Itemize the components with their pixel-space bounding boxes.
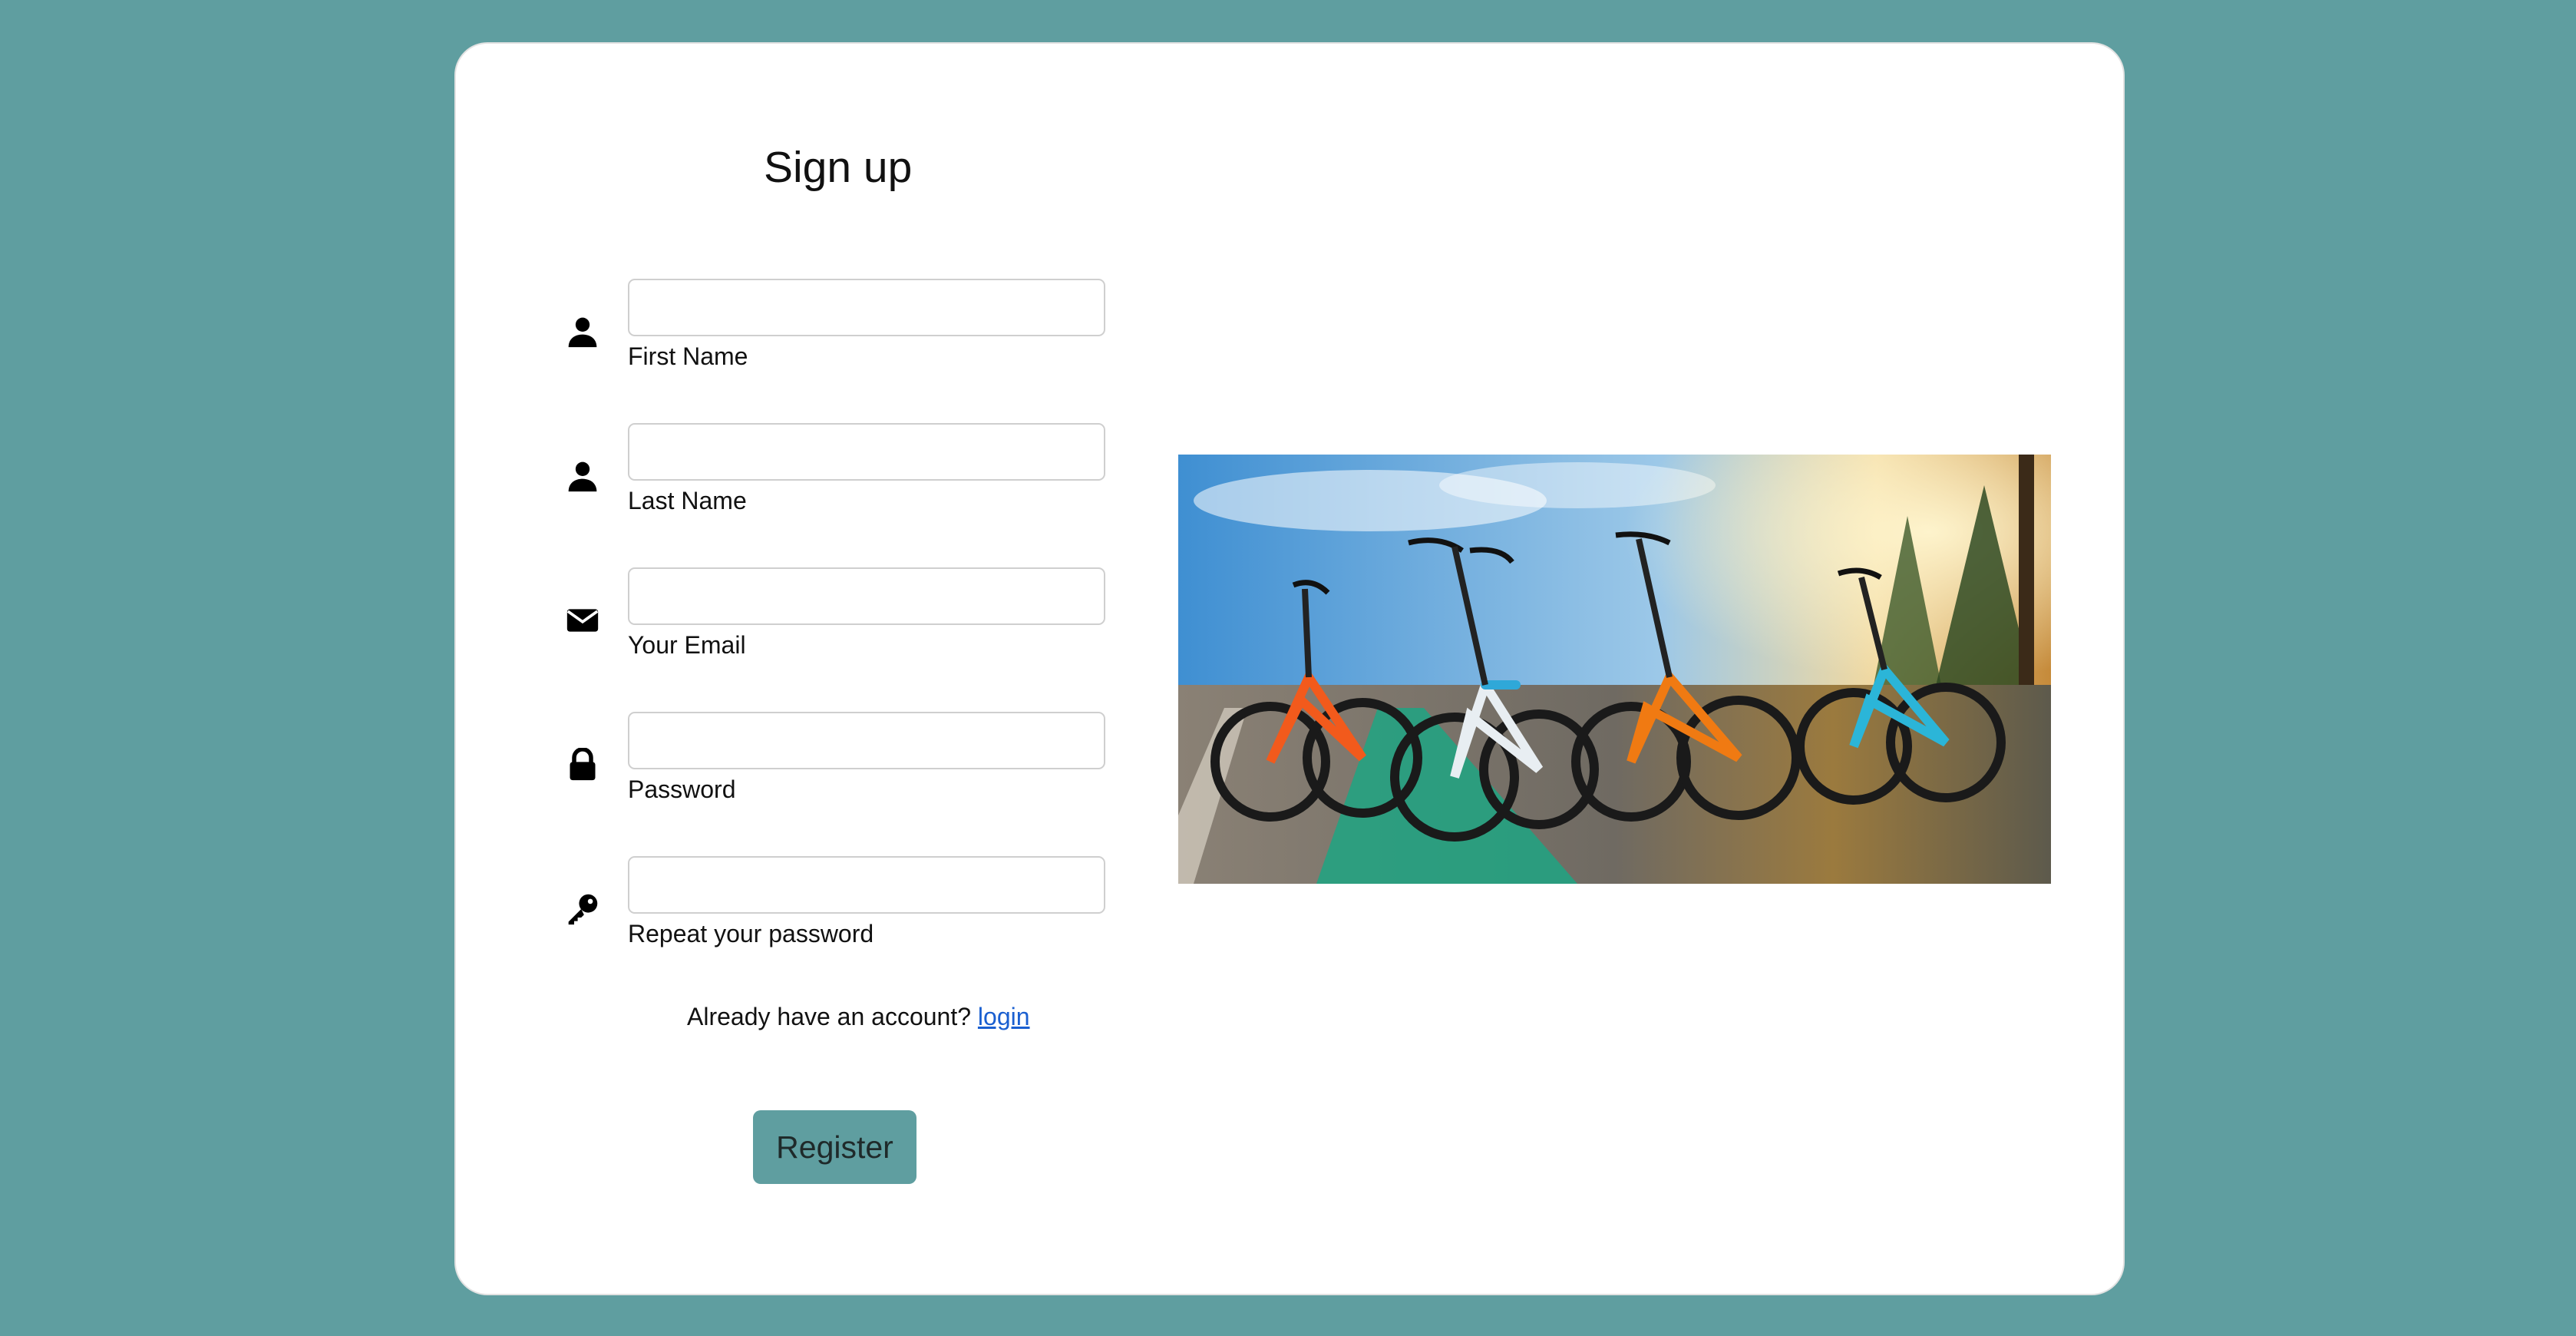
last-name-label: Last Name xyxy=(628,487,747,514)
envelope-icon xyxy=(566,604,599,637)
email-label: Your Email xyxy=(628,631,746,659)
last-name-input[interactable] xyxy=(628,423,1105,481)
login-link[interactable]: login xyxy=(978,1003,1030,1030)
repeat-password-input[interactable] xyxy=(628,856,1105,914)
lock-icon xyxy=(566,748,599,782)
bicycles-image xyxy=(1178,455,2051,884)
repeat-password-label: Repeat your password xyxy=(628,920,874,947)
password-input[interactable] xyxy=(628,712,1105,769)
first-name-label: First Name xyxy=(628,342,748,370)
page-background: Sign up First Name Last Name Your Email … xyxy=(0,0,2576,1336)
key-icon xyxy=(566,892,599,926)
password-label: Password xyxy=(628,775,736,803)
user-icon xyxy=(566,459,599,493)
user-icon xyxy=(566,315,599,349)
page-title: Sign up xyxy=(764,143,913,192)
login-prompt-text: Already have an account? xyxy=(687,1003,978,1030)
first-name-input[interactable] xyxy=(628,279,1105,336)
email-input[interactable] xyxy=(628,567,1105,625)
register-button[interactable]: Register xyxy=(753,1110,916,1184)
login-prompt: Already have an account? login xyxy=(687,1004,1030,1029)
